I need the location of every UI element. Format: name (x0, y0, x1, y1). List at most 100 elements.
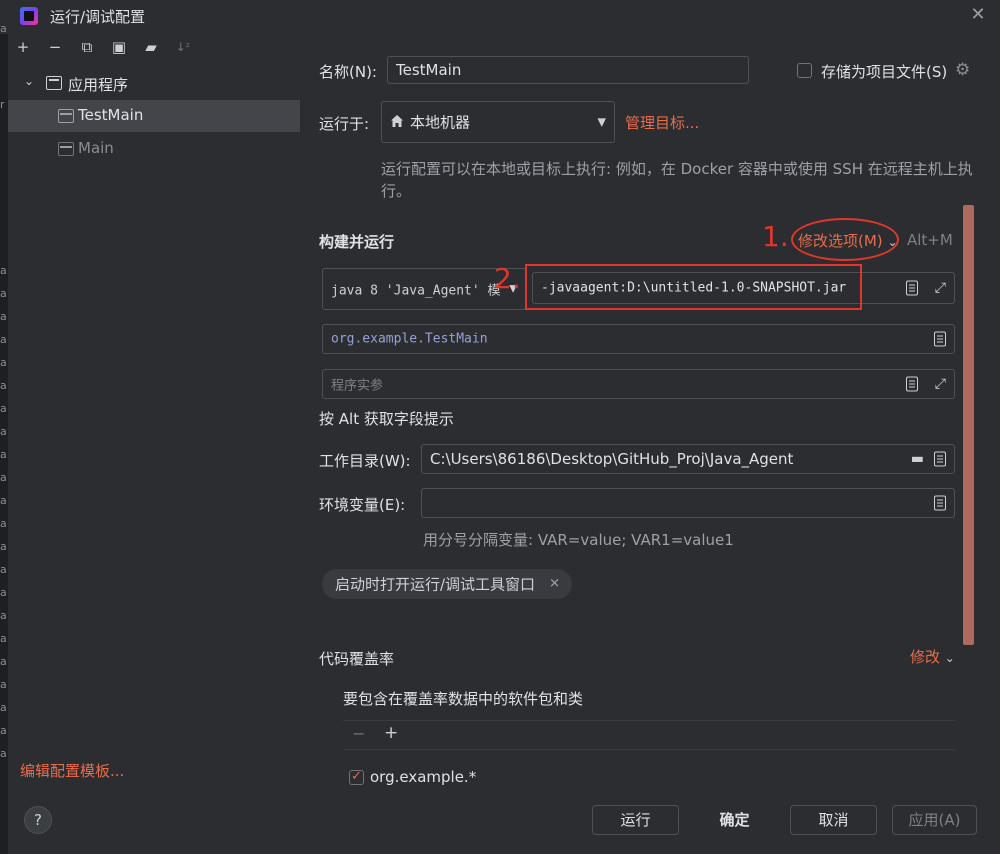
chevron-down-icon: ⌄ (944, 651, 955, 665)
app-config-icon (58, 142, 74, 156)
coverage-modify-label: 修改 (910, 648, 941, 666)
store-as-project-label: 存储为项目文件(S) (821, 63, 948, 81)
document-icon[interactable] (934, 451, 946, 467)
run-on-value: 本地机器 (410, 113, 471, 132)
edge-glyph: a (0, 448, 7, 461)
run-on-hint: 运行配置可以在本地或目标上执行: 例如，在 Docker 容器中或使用 SSH … (381, 160, 973, 200)
edge-glyph: a (0, 402, 7, 415)
main-class-input[interactable]: org.example.TestMain (322, 324, 955, 354)
add-icon[interactable]: + (14, 38, 32, 56)
divider (343, 749, 955, 750)
application-folder-icon (46, 76, 62, 90)
edge-glyph: a (0, 333, 7, 346)
run-button[interactable]: 运行 (592, 805, 679, 835)
run-on-dropdown[interactable]: 本地机器 ▼ (381, 101, 615, 143)
edit-templates-link[interactable]: 编辑配置模板... (20, 760, 124, 781)
sort-icon[interactable]: ↓ᶻ (174, 38, 192, 56)
tree-group-application[interactable]: ⌄ 应用程序 (24, 72, 294, 96)
edge-glyph: a (0, 471, 7, 484)
alt-hint: 按 Alt 获取字段提示 (319, 410, 454, 428)
edge-glyph: a (0, 563, 7, 576)
edge-glyph: a (0, 701, 7, 714)
env-vars-input[interactable] (421, 488, 955, 518)
edge-glyph: a (0, 264, 7, 277)
coverage-modify-link[interactable]: 修改 ⌄ (910, 646, 955, 667)
modify-options-shortcut: Alt+M (907, 231, 953, 249)
tree-item-testmain[interactable]: TestMain (8, 100, 300, 132)
expand-icon[interactable]: ⤢ (935, 376, 946, 392)
build-and-run-title: 构建并运行 (319, 233, 395, 251)
open-tool-window-chip[interactable]: 启动时打开运行/调试工具窗口 ✕ (322, 569, 572, 599)
env-hint: 用分号分隔变量: VAR=value; VAR1=value1 (423, 531, 734, 549)
modify-options-label: 修改选项(M) (798, 232, 883, 250)
edge-glyph: a (0, 540, 7, 553)
close-icon[interactable]: ✕ (549, 577, 560, 592)
app-config-icon (58, 109, 74, 123)
document-icon[interactable] (934, 331, 946, 347)
close-icon[interactable]: ✕ (968, 5, 988, 25)
tree-item-label: Main (78, 139, 114, 157)
edge-glyph: a (0, 287, 7, 300)
edge-glyph: a (0, 356, 7, 369)
work-dir-input[interactable]: C:\Users\86186\Desktop\GitHub_Proj\Java_… (421, 444, 955, 474)
coverage-item-label: org.example.* (370, 768, 477, 786)
document-icon[interactable] (906, 376, 918, 392)
coverage-title: 代码覆盖率 (319, 650, 395, 668)
ok-button[interactable]: 确定 (691, 805, 778, 835)
chip-label: 启动时打开运行/调试工具窗口 (335, 575, 536, 594)
edge-glyph: a (0, 609, 7, 622)
name-input[interactable]: TestMain (387, 56, 749, 84)
intellij-app-icon (20, 7, 38, 25)
cancel-button[interactable]: 取消 (790, 805, 877, 835)
copy-icon[interactable]: ⧉ (78, 38, 96, 56)
remove-icon[interactable]: − (46, 38, 64, 56)
gear-icon[interactable]: ⚙ (955, 60, 970, 80)
expand-icon[interactable]: ⤢ (935, 280, 946, 296)
edge-glyph: a (0, 586, 7, 599)
title-bar: 运行/调试配置 ✕ (0, 0, 1000, 34)
apply-button[interactable]: 应用(A) (892, 805, 977, 835)
edge-glyph: a (0, 747, 7, 760)
env-label: 环境变量(E): (319, 496, 406, 514)
document-icon[interactable] (934, 495, 946, 511)
edge-glyph: a (0, 310, 7, 323)
program-args-input[interactable]: 程序实参 ⤢ (322, 369, 955, 399)
manage-targets-link[interactable]: 管理目标... (625, 112, 699, 133)
coverage-subtitle: 要包含在覆盖率数据中的软件包和类 (343, 690, 584, 708)
window-title: 运行/调试配置 (50, 8, 146, 26)
folder-icon[interactable]: ▬ (911, 451, 924, 467)
home-icon (391, 115, 403, 127)
tree-item-main[interactable]: Main (8, 134, 300, 164)
modify-options-link[interactable]: 修改选项(M) ⌄ (798, 230, 898, 251)
edge-glyph: r (0, 98, 5, 111)
save-icon[interactable]: ▣ (110, 38, 128, 56)
tree-group-label: 应用程序 (68, 76, 129, 94)
work-dir-label: 工作目录(W): (319, 452, 411, 470)
edge-glyph: a (0, 425, 7, 438)
edge-glyph: a (0, 632, 7, 645)
add-icon[interactable]: + (384, 723, 398, 743)
help-button[interactable]: ? (24, 806, 52, 834)
annotation-step-1: 1. (762, 220, 789, 253)
name-label: 名称(N): (319, 63, 377, 81)
annotation-step-2: 2. (494, 262, 521, 295)
remove-icon[interactable]: − (352, 724, 365, 743)
edge-glyph: a (0, 379, 7, 392)
chevron-down-icon[interactable]: ⌄ (24, 74, 34, 88)
coverage-item-checkbox[interactable]: ✓ (349, 770, 364, 785)
edge-glyph: a (0, 517, 7, 530)
edge-glyph: a (0, 678, 7, 691)
edge-glyph: a (0, 494, 7, 507)
chevron-down-icon: ⌄ (887, 235, 898, 249)
edge-glyph: a (0, 22, 7, 35)
dropdown-arrow-icon: ▼ (597, 115, 606, 129)
program-args-placeholder: 程序实参 (331, 378, 384, 394)
editor-edge-strip: araaaaaaaaaaaaaaaaaaaaaa (0, 22, 8, 854)
main-class-value: org.example.TestMain (331, 331, 488, 347)
annotation-highlight-box (525, 264, 862, 310)
store-as-project-checkbox[interactable] (797, 63, 812, 78)
document-icon[interactable] (906, 280, 918, 296)
new-folder-icon[interactable]: ▰ (142, 38, 160, 56)
scrollbar[interactable] (963, 205, 974, 645)
work-dir-value: C:\Users\86186\Desktop\GitHub_Proj\Java_… (430, 450, 794, 468)
